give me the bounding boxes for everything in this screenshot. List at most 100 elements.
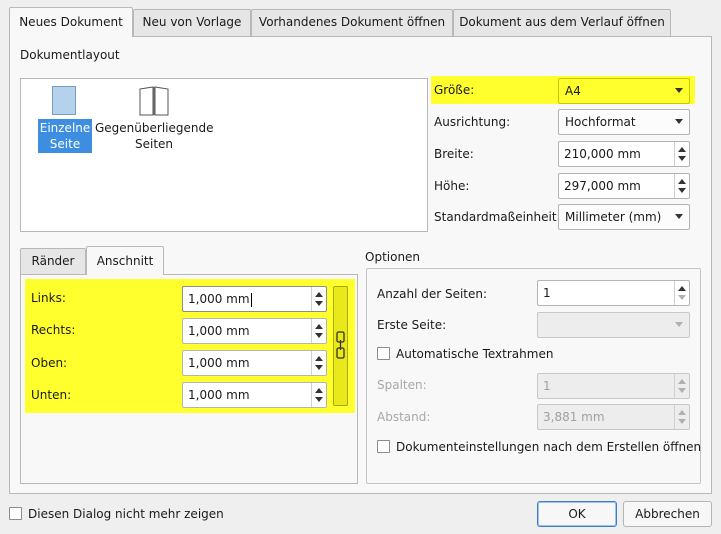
bleed-right-stepper[interactable] — [311, 319, 326, 343]
arrow-up-icon[interactable] — [315, 292, 323, 297]
arrow-down-icon[interactable] — [315, 365, 323, 370]
single-page-icon — [52, 86, 76, 115]
arrow-up-icon[interactable] — [678, 147, 686, 152]
page-count-label: Anzahl der Seiten: — [377, 287, 487, 301]
arrow-up-icon[interactable] — [315, 388, 323, 393]
tab-bleed-label: Anschnitt — [96, 254, 154, 268]
arrow-down-icon[interactable] — [678, 295, 686, 300]
facing-pages-label-line2: Seiten — [134, 137, 174, 151]
tab-new-document[interactable]: Neues Dokument — [9, 7, 133, 37]
tab-open-existing[interactable]: Vorhandenes Dokument öffnen — [251, 9, 453, 36]
bleed-bottom-value: 1,000 mm — [188, 388, 250, 402]
layout-single-page[interactable]: Einzelne Seite — [38, 85, 92, 153]
tab-new-document-label: Neues Dokument — [19, 15, 123, 29]
gap-spinbox[interactable]: 3,881 mm — [537, 404, 690, 430]
width-label: Breite: — [434, 147, 474, 161]
options-title: Optionen — [365, 250, 421, 264]
page-count-label-text: Anzahl der Seiten: — [377, 287, 488, 301]
arrow-up-icon[interactable] — [678, 286, 686, 291]
width-value: 210,000 mm — [564, 147, 641, 161]
auto-text-frames-checkbox[interactable] — [377, 347, 390, 360]
facing-pages-icon — [139, 86, 169, 116]
orientation-select[interactable]: Hochformat — [558, 109, 690, 135]
auto-text-frames-label[interactable]: Automatische Textrahmen — [396, 347, 553, 361]
bleed-left-stepper[interactable] — [311, 287, 326, 311]
arrow-down-icon[interactable] — [678, 188, 686, 193]
tab-new-from-template[interactable]: Neu von Vorlage — [133, 9, 251, 36]
columns-stepper[interactable] — [674, 374, 689, 398]
arrow-up-icon[interactable] — [678, 179, 686, 184]
chevron-down-icon — [675, 322, 683, 327]
gap-stepper[interactable] — [674, 405, 689, 429]
height-spinbox[interactable]: 297,000 mm — [558, 173, 690, 199]
width-spinbox[interactable]: 210,000 mm — [558, 141, 690, 167]
bleed-bottom-spinbox[interactable]: 1,000 mm — [182, 382, 327, 408]
dont-show-again-checkbox[interactable] — [9, 507, 22, 520]
columns-label: Spalten: — [377, 378, 427, 392]
bleed-top-spinbox[interactable]: 1,000 mm — [182, 350, 327, 376]
open-settings-checkbox[interactable] — [377, 440, 390, 453]
bleed-right-label: Rechts: — [31, 323, 76, 337]
arrow-down-icon[interactable] — [678, 419, 686, 424]
dont-show-again-label[interactable]: Diesen Dialog nicht mehr zeigen — [28, 507, 224, 521]
arrow-down-icon[interactable] — [678, 388, 686, 393]
bleed-right-spinbox[interactable]: 1,000 mm — [182, 318, 327, 344]
height-value: 297,000 mm — [564, 179, 641, 193]
single-page-label-line2: Seite — [49, 137, 81, 151]
tab-open-recent-label: Dokument aus dem Verlauf öffnen — [459, 15, 665, 29]
single-page-label-line1: Einzelne — [39, 121, 91, 135]
layout-facing-pages[interactable]: Gegenüberliegende Seiten — [95, 85, 213, 153]
single-page-label: Einzelne Seite — [38, 119, 92, 153]
orientation-select-value: Hochformat — [565, 115, 636, 129]
height-stepper[interactable] — [674, 174, 689, 198]
page-count-stepper[interactable] — [674, 281, 689, 305]
chain-link-icon — [336, 331, 345, 359]
bleed-top-label: Oben: — [31, 356, 68, 370]
tab-open-recent[interactable]: Dokument aus dem Verlauf öffnen — [453, 9, 671, 36]
ok-button-label: OK — [568, 507, 586, 521]
tab-bleed[interactable]: Anschnitt — [86, 246, 164, 275]
bleed-top-value: 1,000 mm — [188, 356, 250, 370]
tab-margins-label: Ränder — [31, 254, 75, 268]
tab-margins[interactable]: Ränder — [20, 248, 86, 275]
size-label-text: Größe: — [434, 83, 475, 97]
bleed-bottom-label: Unten: — [31, 388, 72, 402]
default-unit-value: Millimeter (mm) — [565, 210, 662, 224]
facing-pages-label: Gegenüberliegende Seiten — [95, 119, 213, 152]
default-unit-label: Standardmaßeinheit: — [434, 210, 561, 224]
arrow-down-icon[interactable] — [678, 156, 686, 161]
page-layout-list[interactable]: Einzelne Seite Gegenüberliegende Seiten — [20, 78, 428, 232]
arrow-up-icon[interactable] — [678, 410, 686, 415]
bleed-left-value: 1,000 mm — [188, 292, 250, 306]
chevron-down-icon — [675, 119, 683, 124]
page-count-value: 1 — [543, 286, 551, 300]
cancel-button-label: Abbrechen — [635, 507, 700, 521]
open-settings-label[interactable]: Dokumenteinstellungen nach dem Erstellen… — [396, 440, 701, 454]
size-label: Größe: — [434, 83, 474, 97]
columns-spinbox[interactable]: 1 — [537, 373, 690, 399]
arrow-up-icon[interactable] — [678, 379, 686, 384]
arrow-up-icon[interactable] — [315, 324, 323, 329]
bleed-bottom-stepper[interactable] — [311, 383, 326, 407]
page-count-spinbox[interactable]: 1 — [537, 280, 690, 306]
ok-button[interactable]: OK — [537, 501, 617, 527]
facing-pages-label-line1: Gegenüberliegende — [95, 121, 214, 135]
bleed-right-value: 1,000 mm — [188, 324, 250, 338]
bleed-left-label: Links: — [31, 291, 66, 305]
tab-new-from-template-label: Neu von Vorlage — [142, 15, 242, 29]
arrow-down-icon[interactable] — [315, 397, 323, 402]
cancel-button[interactable]: Abbrechen — [623, 501, 712, 527]
arrow-down-icon[interactable] — [315, 333, 323, 338]
arrow-down-icon[interactable] — [315, 301, 323, 306]
bleed-top-stepper[interactable] — [311, 351, 326, 375]
width-stepper[interactable] — [674, 142, 689, 166]
height-label: Höhe: — [434, 179, 470, 193]
bleed-left-spinbox[interactable]: 1,000 mm — [182, 286, 327, 312]
default-unit-select[interactable]: Millimeter (mm) — [558, 204, 690, 230]
first-page-select[interactable] — [537, 312, 690, 338]
link-values-button[interactable] — [333, 286, 348, 406]
arrow-up-icon[interactable] — [315, 356, 323, 361]
size-select-value: A4 — [565, 84, 581, 98]
text-cursor — [250, 292, 252, 307]
size-select[interactable]: A4 — [558, 78, 690, 104]
